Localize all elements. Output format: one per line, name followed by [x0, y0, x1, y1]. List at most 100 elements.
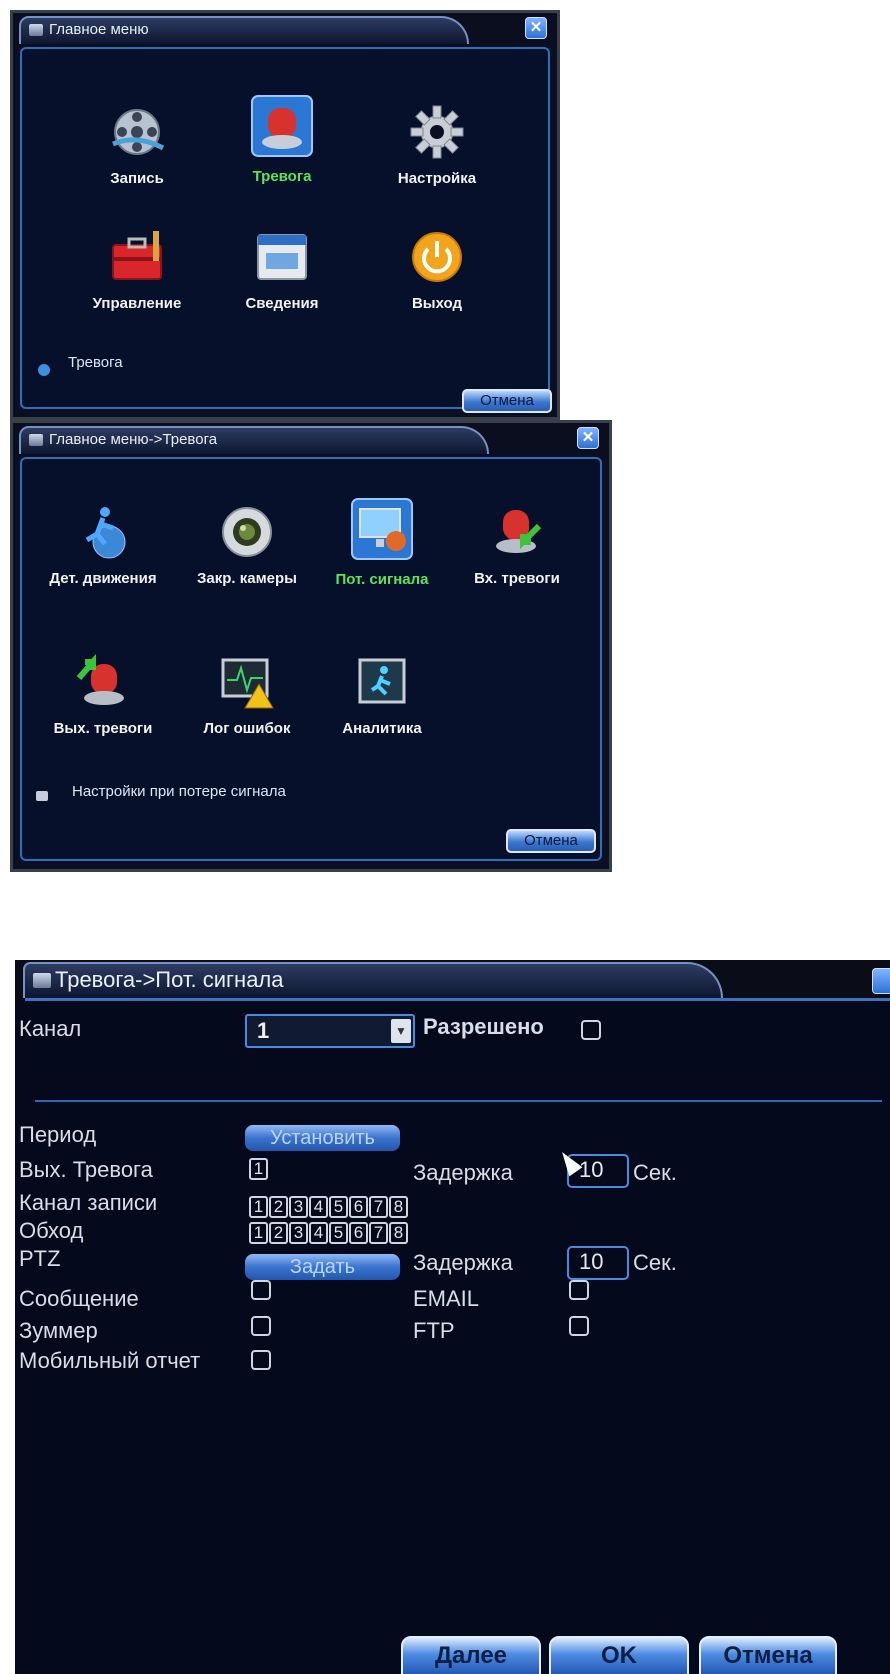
tour-channel-1[interactable]: 1	[249, 1222, 268, 1244]
menu-item-label: Закр. камеры	[196, 570, 297, 587]
menu-item-settings[interactable]: Настройка	[372, 104, 502, 187]
window-title-text: Главное меню	[49, 21, 149, 38]
channel-select-value: 1	[257, 1018, 270, 1043]
alarm-menu-panel: Дет. движения Закр. камеры Пот. сигнала	[20, 457, 602, 861]
period-label: Период	[19, 1122, 97, 1147]
cancel-button[interactable]: Отмена	[506, 829, 596, 853]
tour-channel-3[interactable]: 3	[289, 1222, 308, 1244]
tour-channel-8[interactable]: 8	[389, 1222, 408, 1244]
error-log-icon	[221, 658, 274, 709]
ptz-seconds-label: Сек.	[633, 1250, 677, 1275]
alarm-out-channels: 1	[249, 1158, 268, 1180]
record-channel-6[interactable]: 6	[349, 1196, 368, 1218]
section-divider	[35, 1100, 882, 1102]
record-channel-5[interactable]: 5	[329, 1196, 348, 1218]
alarm-in-icon	[496, 510, 542, 553]
email-label: EMAIL	[413, 1286, 480, 1311]
period-set-button[interactable]: Установить	[245, 1125, 400, 1151]
menu-item-label: Вых. тревоги	[53, 720, 153, 737]
menu-item-label: Выход	[411, 295, 463, 312]
tour-label: Обход	[19, 1218, 84, 1243]
menu-icon	[33, 973, 51, 988]
ftp-checkbox[interactable]	[569, 1316, 589, 1336]
ftp-label: FTP	[413, 1318, 455, 1343]
gear-icon	[410, 105, 464, 159]
power-icon	[412, 232, 462, 282]
record-channel-4[interactable]: 4	[309, 1196, 328, 1218]
menu-item-motion-detect[interactable]: Дет. движения	[28, 504, 178, 587]
channel-select[interactable]: 1 ▼	[245, 1014, 415, 1048]
chevron-down-icon[interactable]: ▼	[391, 1019, 411, 1043]
record-channel-label: Канал записи	[19, 1190, 158, 1215]
message-label: Сообщение	[19, 1286, 139, 1311]
menu-item-label: Тревога	[252, 168, 312, 185]
email-checkbox[interactable]	[569, 1280, 589, 1300]
record-channel-1[interactable]: 1	[249, 1196, 268, 1218]
alarm-out-channel-1[interactable]: 1	[249, 1158, 268, 1180]
record-channel-8[interactable]: 8	[389, 1196, 408, 1218]
cancel-button[interactable]: Отмена	[462, 389, 552, 413]
menu-item-alarm[interactable]: Тревога	[222, 94, 342, 185]
status-info-icon	[38, 364, 50, 376]
enabled-label: Разрешено	[423, 1014, 544, 1039]
close-button[interactable]	[872, 968, 890, 994]
tour-channel-2[interactable]: 2	[269, 1222, 288, 1244]
message-checkbox[interactable]	[251, 1280, 271, 1300]
record-channel-7[interactable]: 7	[369, 1196, 388, 1218]
record-channel-2[interactable]: 2	[269, 1196, 288, 1218]
close-button[interactable]: ✕	[525, 17, 547, 39]
menu-icon	[29, 434, 43, 446]
mobile-report-checkbox[interactable]	[251, 1350, 271, 1370]
menu-item-info[interactable]: Сведения	[222, 229, 342, 312]
buzzer-label: Зуммер	[19, 1318, 98, 1343]
tour-channel-5[interactable]: 5	[329, 1222, 348, 1244]
window-title: Тревога->Пот. сигнала	[23, 962, 723, 998]
title-bar: Главное меню->Тревога ✕	[13, 423, 609, 457]
menu-item-record[interactable]: Запись	[77, 104, 197, 187]
menu-item-alarm-out[interactable]: Вых. тревоги	[28, 654, 178, 737]
info-window-icon	[257, 234, 307, 280]
ptz-label: PTZ	[19, 1246, 61, 1271]
record-channel-3[interactable]: 3	[289, 1196, 308, 1218]
buzzer-checkbox[interactable]	[251, 1316, 271, 1336]
record-channels: 1 2 3 4 5 6 7 8	[249, 1196, 408, 1218]
title-separator	[25, 998, 890, 1001]
tour-channel-6[interactable]: 6	[349, 1222, 368, 1244]
menu-item-label: Сведения	[245, 295, 319, 312]
camera-lens-icon	[222, 507, 272, 557]
alarm-out-label: Вых. Тревога	[19, 1157, 153, 1182]
menu-item-analytics[interactable]: Аналитика	[312, 654, 452, 737]
mobile-report-label: Мобильный отчет	[19, 1348, 201, 1373]
menu-item-alarm-in[interactable]: Вх. тревоги	[452, 504, 582, 587]
status-monitor-icon	[36, 791, 48, 801]
analytics-icon	[358, 658, 406, 704]
title-bar: Тревога->Пот. сигнала	[15, 960, 890, 1000]
menu-item-error-log[interactable]: Лог ошибок	[182, 654, 312, 737]
menu-item-exit[interactable]: Выход	[372, 229, 502, 312]
menu-item-label: Аналитика	[342, 720, 422, 737]
video-loss-settings-window: Тревога->Пот. сигнала Канал 1 ▼ Разрешен…	[15, 960, 890, 1674]
menu-icon	[29, 24, 43, 36]
close-button[interactable]: ✕	[577, 427, 599, 449]
menu-item-label: Вх. тревоги	[474, 570, 560, 587]
window-title: Главное меню	[19, 16, 469, 44]
ptz-delay-input[interactable]: 10	[567, 1246, 629, 1280]
status-text: Тревога	[68, 354, 123, 371]
toolbox-icon	[112, 231, 162, 280]
monitor-signal-icon	[351, 498, 413, 560]
menu-item-camera-block[interactable]: Закр. камеры	[182, 504, 312, 587]
menu-item-video-loss[interactable]: Пот. сигнала	[312, 497, 452, 588]
menu-item-management[interactable]: Управление	[62, 229, 212, 312]
motion-runner-icon	[85, 507, 126, 559]
ok-button[interactable]: OK	[549, 1636, 689, 1674]
cancel-button[interactable]: Отмена	[699, 1636, 837, 1674]
ptz-set-button[interactable]: Задать	[245, 1254, 400, 1280]
siren-icon	[251, 95, 313, 157]
main-menu-window: Главное меню ✕ Запись Тревога Настройка …	[10, 10, 560, 420]
title-bar: Главное меню ✕	[13, 13, 557, 47]
tour-channel-4[interactable]: 4	[309, 1222, 328, 1244]
next-button[interactable]: Далее	[401, 1636, 541, 1674]
tour-channel-7[interactable]: 7	[369, 1222, 388, 1244]
enabled-checkbox[interactable]	[581, 1020, 601, 1040]
menu-item-label: Пот. сигнала	[335, 571, 429, 588]
